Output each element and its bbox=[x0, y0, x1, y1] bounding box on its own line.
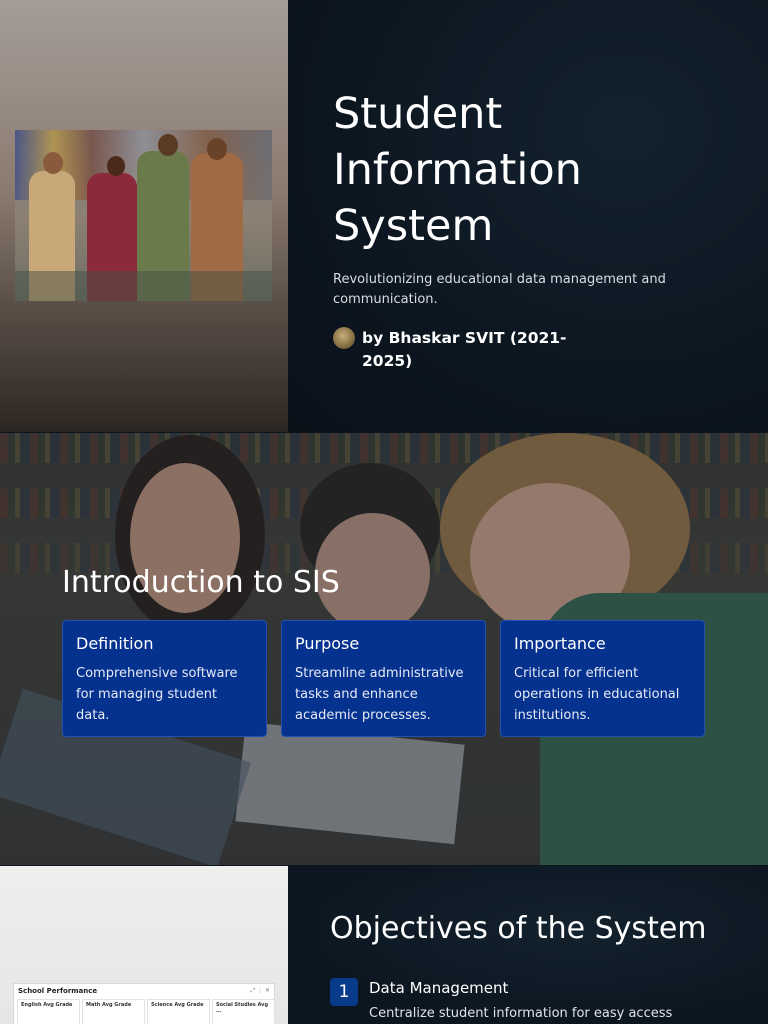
panel-controls: ⤢ ⋮ ✕ bbox=[250, 987, 270, 994]
card-text: Critical for efficient operations in edu… bbox=[514, 666, 680, 723]
card-heading: Importance bbox=[514, 634, 606, 653]
purpose-card: Purpose Streamline administrative tasks … bbox=[281, 620, 486, 737]
definition-card: Definition Comprehensive software for ma… bbox=[62, 620, 267, 737]
photo-ground bbox=[15, 271, 272, 301]
author-avatar bbox=[333, 327, 355, 349]
grade-column: English Avg Grade bbox=[17, 999, 80, 1024]
card-text: Streamline administrative tasks and enha… bbox=[295, 666, 464, 723]
school-performance-panel: School Performance ⤢ ⋮ ✕ English Avg Gra… bbox=[13, 983, 275, 1024]
grade-column: Social Studies Avg ... bbox=[212, 999, 275, 1024]
presentation-subtitle: Revolutionizing educational data managem… bbox=[333, 272, 666, 307]
grade-column: Math Avg Grade bbox=[82, 999, 145, 1024]
section-title: Introduction to SIS bbox=[62, 565, 340, 600]
photo-head-4 bbox=[207, 138, 227, 160]
objective-text: Centralize student information for easy … bbox=[369, 1006, 673, 1021]
column-label: Social Studies Avg ... bbox=[216, 1002, 269, 1014]
introduction-slide: Introduction to SIS Definition Comprehen… bbox=[0, 433, 768, 865]
photo-head-1 bbox=[43, 152, 63, 174]
students-photo bbox=[15, 130, 272, 301]
importance-card: Importance Critical for efficient operat… bbox=[500, 620, 705, 737]
objective-heading: Data Management bbox=[369, 979, 509, 997]
photo-head-2 bbox=[107, 156, 125, 176]
column-label: Math Avg Grade bbox=[86, 1002, 132, 1008]
objectives-slide: School Performance ⤢ ⋮ ✕ English Avg Gra… bbox=[0, 866, 768, 1024]
card-text: Comprehensive software for managing stud… bbox=[76, 666, 238, 723]
card-heading: Purpose bbox=[295, 634, 360, 653]
title-slide-left-panel bbox=[0, 0, 288, 432]
grade-column: Science Avg Grade bbox=[147, 999, 210, 1024]
card-heading: Definition bbox=[76, 634, 154, 653]
presentation-title: Student Information System bbox=[333, 89, 582, 251]
objectives-slide-left-panel: School Performance ⤢ ⋮ ✕ English Avg Gra… bbox=[0, 866, 288, 1024]
column-label: English Avg Grade bbox=[21, 1002, 73, 1008]
panel-title: School Performance bbox=[18, 987, 98, 995]
photo-head-3 bbox=[158, 134, 178, 156]
title-slide: Student Information System Revolutionizi… bbox=[0, 0, 768, 432]
section-title: Objectives of the System bbox=[330, 911, 707, 946]
column-label: Science Avg Grade bbox=[151, 1002, 204, 1008]
author-credit: by Bhaskar SVIT (2021-2025) bbox=[362, 329, 567, 370]
objective-number-badge: 1 bbox=[330, 978, 358, 1006]
